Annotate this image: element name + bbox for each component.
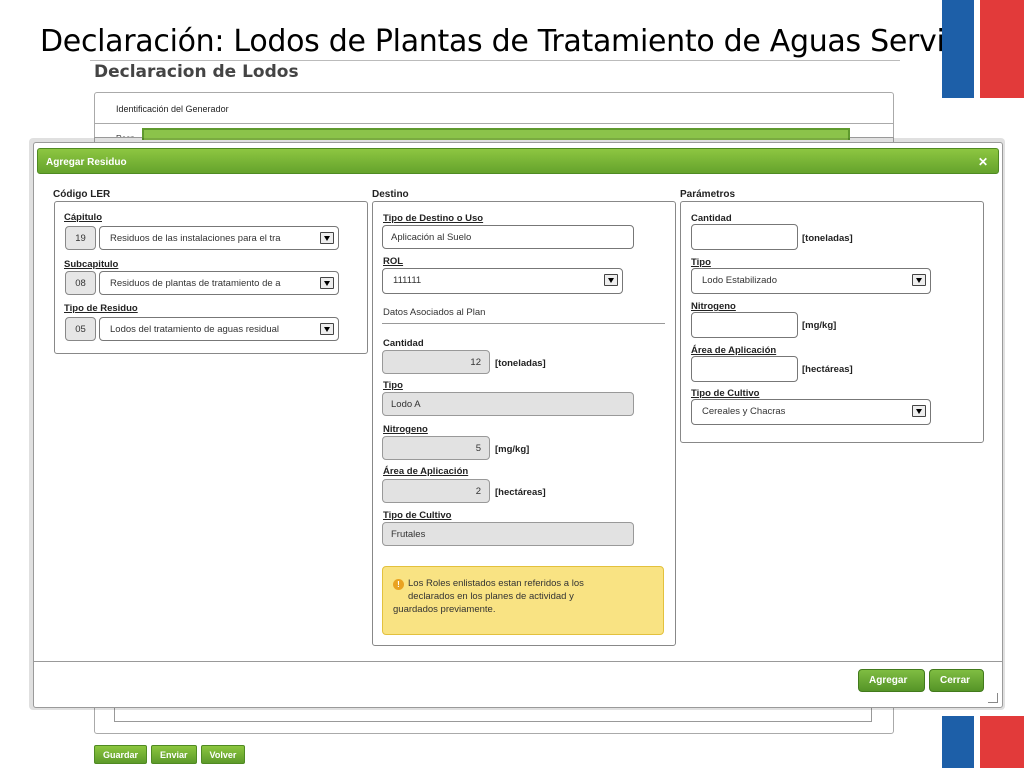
dialog-footer-divider xyxy=(34,661,1002,662)
destino-area-unit: [hectáreas] xyxy=(495,487,546,498)
info-text-line2: declarados en los planes de actividad y xyxy=(408,591,574,602)
identification-section-label: Identificación del Generador xyxy=(94,92,894,124)
destino-tipo-label: Tipo xyxy=(383,380,403,391)
parametros-area-input[interactable] xyxy=(691,356,798,382)
chevron-down-icon[interactable] xyxy=(320,232,334,244)
plan-data-header: Datos Asociados al Plan xyxy=(383,307,486,318)
chevron-down-icon[interactable] xyxy=(320,277,334,289)
parametros-section-label: Parámetros xyxy=(680,189,736,200)
background-actions: Guardar Enviar Volver xyxy=(94,745,246,764)
flag-decoration-bottom xyxy=(942,716,1024,768)
dialog-header[interactable]: Agregar Residuo ✕ xyxy=(37,148,999,174)
parametros-tipo-select[interactable]: Lodo Estabilizado xyxy=(691,268,931,294)
parametros-cantidad-unit: [toneladas] xyxy=(802,233,853,244)
parametros-cantidad-label: Cantidad xyxy=(691,213,732,224)
info-alert: ! Los Roles enlistados estan referidos a … xyxy=(382,566,664,635)
parametros-cultivo-select[interactable]: Cereales y Chacras xyxy=(691,399,931,425)
save-button[interactable]: Guardar xyxy=(94,745,148,764)
rol-select[interactable]: 111111 xyxy=(382,268,623,294)
parametros-area-label: Área de Aplicación xyxy=(691,345,777,356)
plan-data-divider xyxy=(382,323,665,324)
destino-cantidad-unit: [toneladas] xyxy=(495,358,546,369)
parametros-cultivo-label: Tipo de Cultivo xyxy=(691,388,760,399)
codigo-ler-section-label: Código LER xyxy=(53,189,111,200)
chevron-down-icon[interactable] xyxy=(604,274,618,286)
parametros-nitrogeno-unit: [mg/kg] xyxy=(802,320,837,331)
info-text-line1: Los Roles enlistados estan referidos a l… xyxy=(408,578,584,589)
destino-nitrogeno-input: 5 xyxy=(382,436,490,460)
subcapitulo-code: 08 xyxy=(65,271,96,295)
tipo-destino-input[interactable]: Aplicación al Suelo xyxy=(382,225,634,249)
rol-select-value: 111111 xyxy=(393,275,422,286)
destino-area-input: 2 xyxy=(382,479,490,503)
tipo-destino-label: Tipo de Destino o Uso xyxy=(383,213,484,224)
close-icon[interactable]: ✕ xyxy=(978,155,988,169)
capitulo-label: Cápitulo xyxy=(64,212,102,223)
destino-nitrogeno-label: Nitrogeno xyxy=(383,424,428,435)
destino-cantidad-label: Cantidad xyxy=(383,338,424,349)
back-button[interactable]: Volver xyxy=(200,745,246,764)
destino-tipo-input: Lodo A xyxy=(382,392,634,416)
page-heading: Declaracion de Lodos xyxy=(94,62,299,82)
parametros-tipo-select-value: Lodo Estabilizado xyxy=(702,275,777,286)
destino-section-label: Destino xyxy=(372,189,409,200)
title-divider xyxy=(90,60,900,61)
parametros-nitrogeno-input[interactable] xyxy=(691,312,798,338)
info-icon: ! xyxy=(393,579,404,590)
info-text-line3: guardados previamente. xyxy=(393,604,496,615)
rol-label: ROL xyxy=(383,256,404,267)
parametros-cultivo-select-value: Cereales y Chacras xyxy=(702,406,786,417)
tipo-residuo-select[interactable]: Lodos del tratamiento de aguas residual xyxy=(99,317,339,341)
parametros-tipo-label: Tipo xyxy=(691,257,711,268)
chevron-down-icon[interactable] xyxy=(912,274,926,286)
add-residue-dialog: Agregar Residuo ✕ Código LER Cápitulo 19… xyxy=(33,142,1003,708)
parametros-cantidad-input[interactable] xyxy=(691,224,798,250)
close-button[interactable]: Cerrar xyxy=(929,669,984,692)
subcapitulo-select[interactable]: Residuos de plantas de tratamiento de a xyxy=(99,271,339,295)
destino-area-label: Área de Aplicación xyxy=(383,466,469,477)
capitulo-select-value: Residuos de las instalaciones para el tr… xyxy=(110,233,281,244)
tipo-residuo-label: Tipo de Residuo xyxy=(64,303,138,314)
destino-cultivo-input: Frutales xyxy=(382,522,634,546)
capitulo-select[interactable]: Residuos de las instalaciones para el tr… xyxy=(99,226,339,250)
subcapitulo-label: Subcapitulo xyxy=(64,259,119,270)
send-button[interactable]: Enviar xyxy=(151,745,197,764)
parametros-nitrogeno-label: Nitrogeno xyxy=(691,301,736,312)
chevron-down-icon[interactable] xyxy=(320,323,334,335)
tipo-residuo-select-value: Lodos del tratamiento de aguas residual xyxy=(110,324,280,335)
subcapitulo-select-value: Residuos de plantas de tratamiento de a xyxy=(110,278,281,289)
parametros-area-unit: [hectáreas] xyxy=(802,364,853,375)
resize-handle[interactable] xyxy=(988,693,998,703)
chevron-down-icon[interactable] xyxy=(912,405,926,417)
destino-cantidad-input: 12 xyxy=(382,350,490,374)
slide-title: Declaración: Lodos de Plantas de Tratami… xyxy=(40,24,997,59)
capitulo-code: 19 xyxy=(65,226,96,250)
dialog-title: Agregar Residuo xyxy=(46,157,127,168)
destino-nitrogeno-unit: [mg/kg] xyxy=(495,444,530,455)
flag-decoration-top xyxy=(942,0,1024,98)
add-button[interactable]: Agregar xyxy=(858,669,925,692)
tipo-residuo-code: 05 xyxy=(65,317,96,341)
destino-cultivo-label: Tipo de Cultivo xyxy=(383,510,452,521)
